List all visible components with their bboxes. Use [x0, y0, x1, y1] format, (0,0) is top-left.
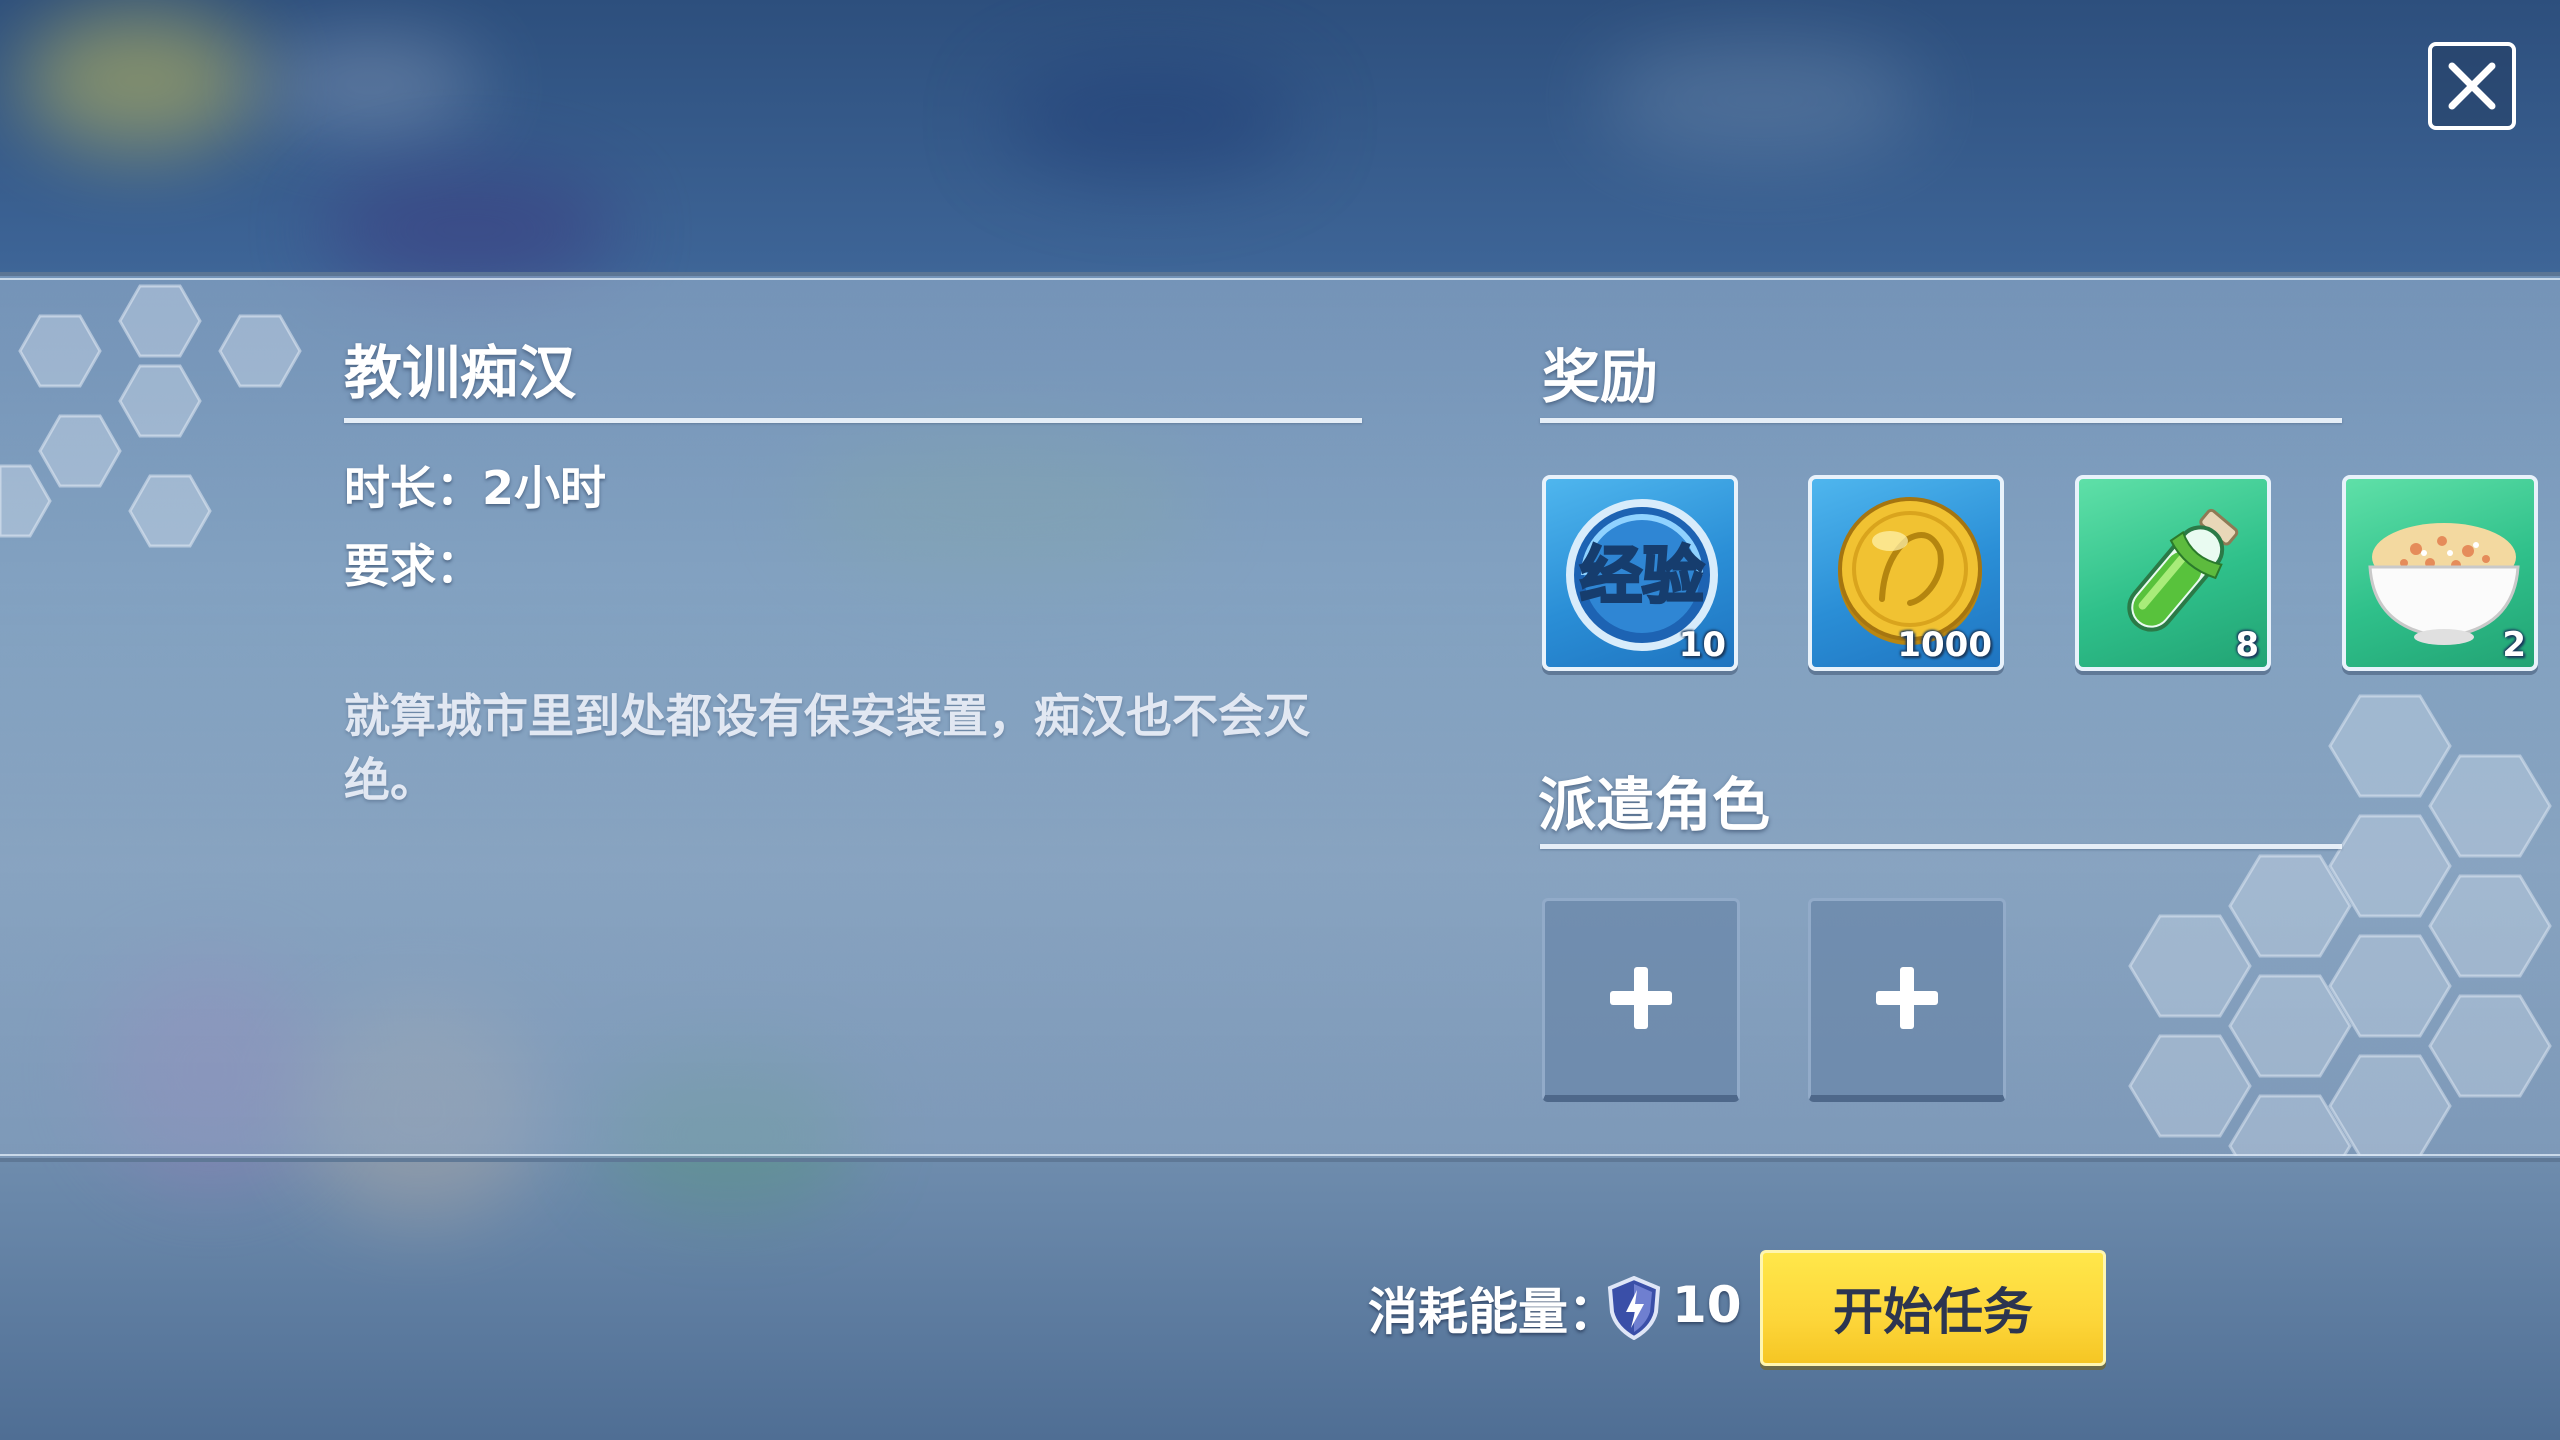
- duration-label: 时长：: [344, 461, 482, 515]
- reward-count: 8: [2235, 625, 2259, 665]
- dispatch-slot-2[interactable]: [1808, 898, 2006, 1102]
- plus-icon: [1610, 967, 1672, 1029]
- start-mission-button[interactable]: 开始任务: [1760, 1250, 2106, 1366]
- reward-item-exp[interactable]: 经验 10: [1542, 475, 1738, 671]
- energy-cost-value: 10: [1672, 1276, 1742, 1334]
- dispatch-divider: [1540, 844, 2342, 849]
- hexagon-pattern-decoration: [2128, 694, 2552, 1156]
- reward-count: 10: [1678, 625, 1726, 665]
- reward-count: 1000: [1897, 625, 1992, 665]
- rewards-divider: [1540, 418, 2342, 423]
- background-blur: [1000, 60, 1300, 180]
- reward-item-rice-bowl[interactable]: 2: [2342, 475, 2538, 671]
- mission-dialog-screen: 教训痴汉 时长：2小时 要求： 就算城市里到处都设有保安装置，痴汉也不会灭绝。 …: [0, 0, 2560, 1440]
- exp-icon-label: 经验: [1580, 539, 1704, 612]
- reward-item-potion[interactable]: 8: [2075, 475, 2271, 671]
- plus-icon: [1876, 967, 1938, 1029]
- start-mission-label: 开始任务: [1833, 1283, 2033, 1341]
- reward-count: 2: [2502, 625, 2526, 665]
- dispatch-heading: 派遣角色: [1538, 771, 1771, 839]
- background-blur: [20, 10, 260, 150]
- rewards-heading: 奖励: [1542, 343, 1659, 411]
- background-blur: [1600, 40, 1920, 160]
- requirement-label: 要求：: [344, 539, 482, 593]
- dispatch-slot-1[interactable]: [1542, 898, 1740, 1102]
- duration-value: 2小时: [482, 461, 607, 515]
- hexagon-pattern-decoration: [0, 284, 302, 548]
- reward-item-gold[interactable]: 1000: [1808, 475, 2004, 671]
- energy-shield-icon: [1607, 1276, 1661, 1340]
- mission-title: 教训痴汉: [344, 339, 577, 407]
- energy-cost-label: 消耗能量：: [1368, 1283, 1618, 1341]
- background-blur: [260, 40, 480, 130]
- close-button[interactable]: [2428, 42, 2516, 130]
- close-icon: [2448, 62, 2496, 110]
- duration-row: 时长：2小时: [344, 452, 606, 518]
- title-divider: [344, 418, 1362, 423]
- mission-description: 就算城市里到处都设有保安装置，痴汉也不会灭绝。: [344, 689, 1310, 807]
